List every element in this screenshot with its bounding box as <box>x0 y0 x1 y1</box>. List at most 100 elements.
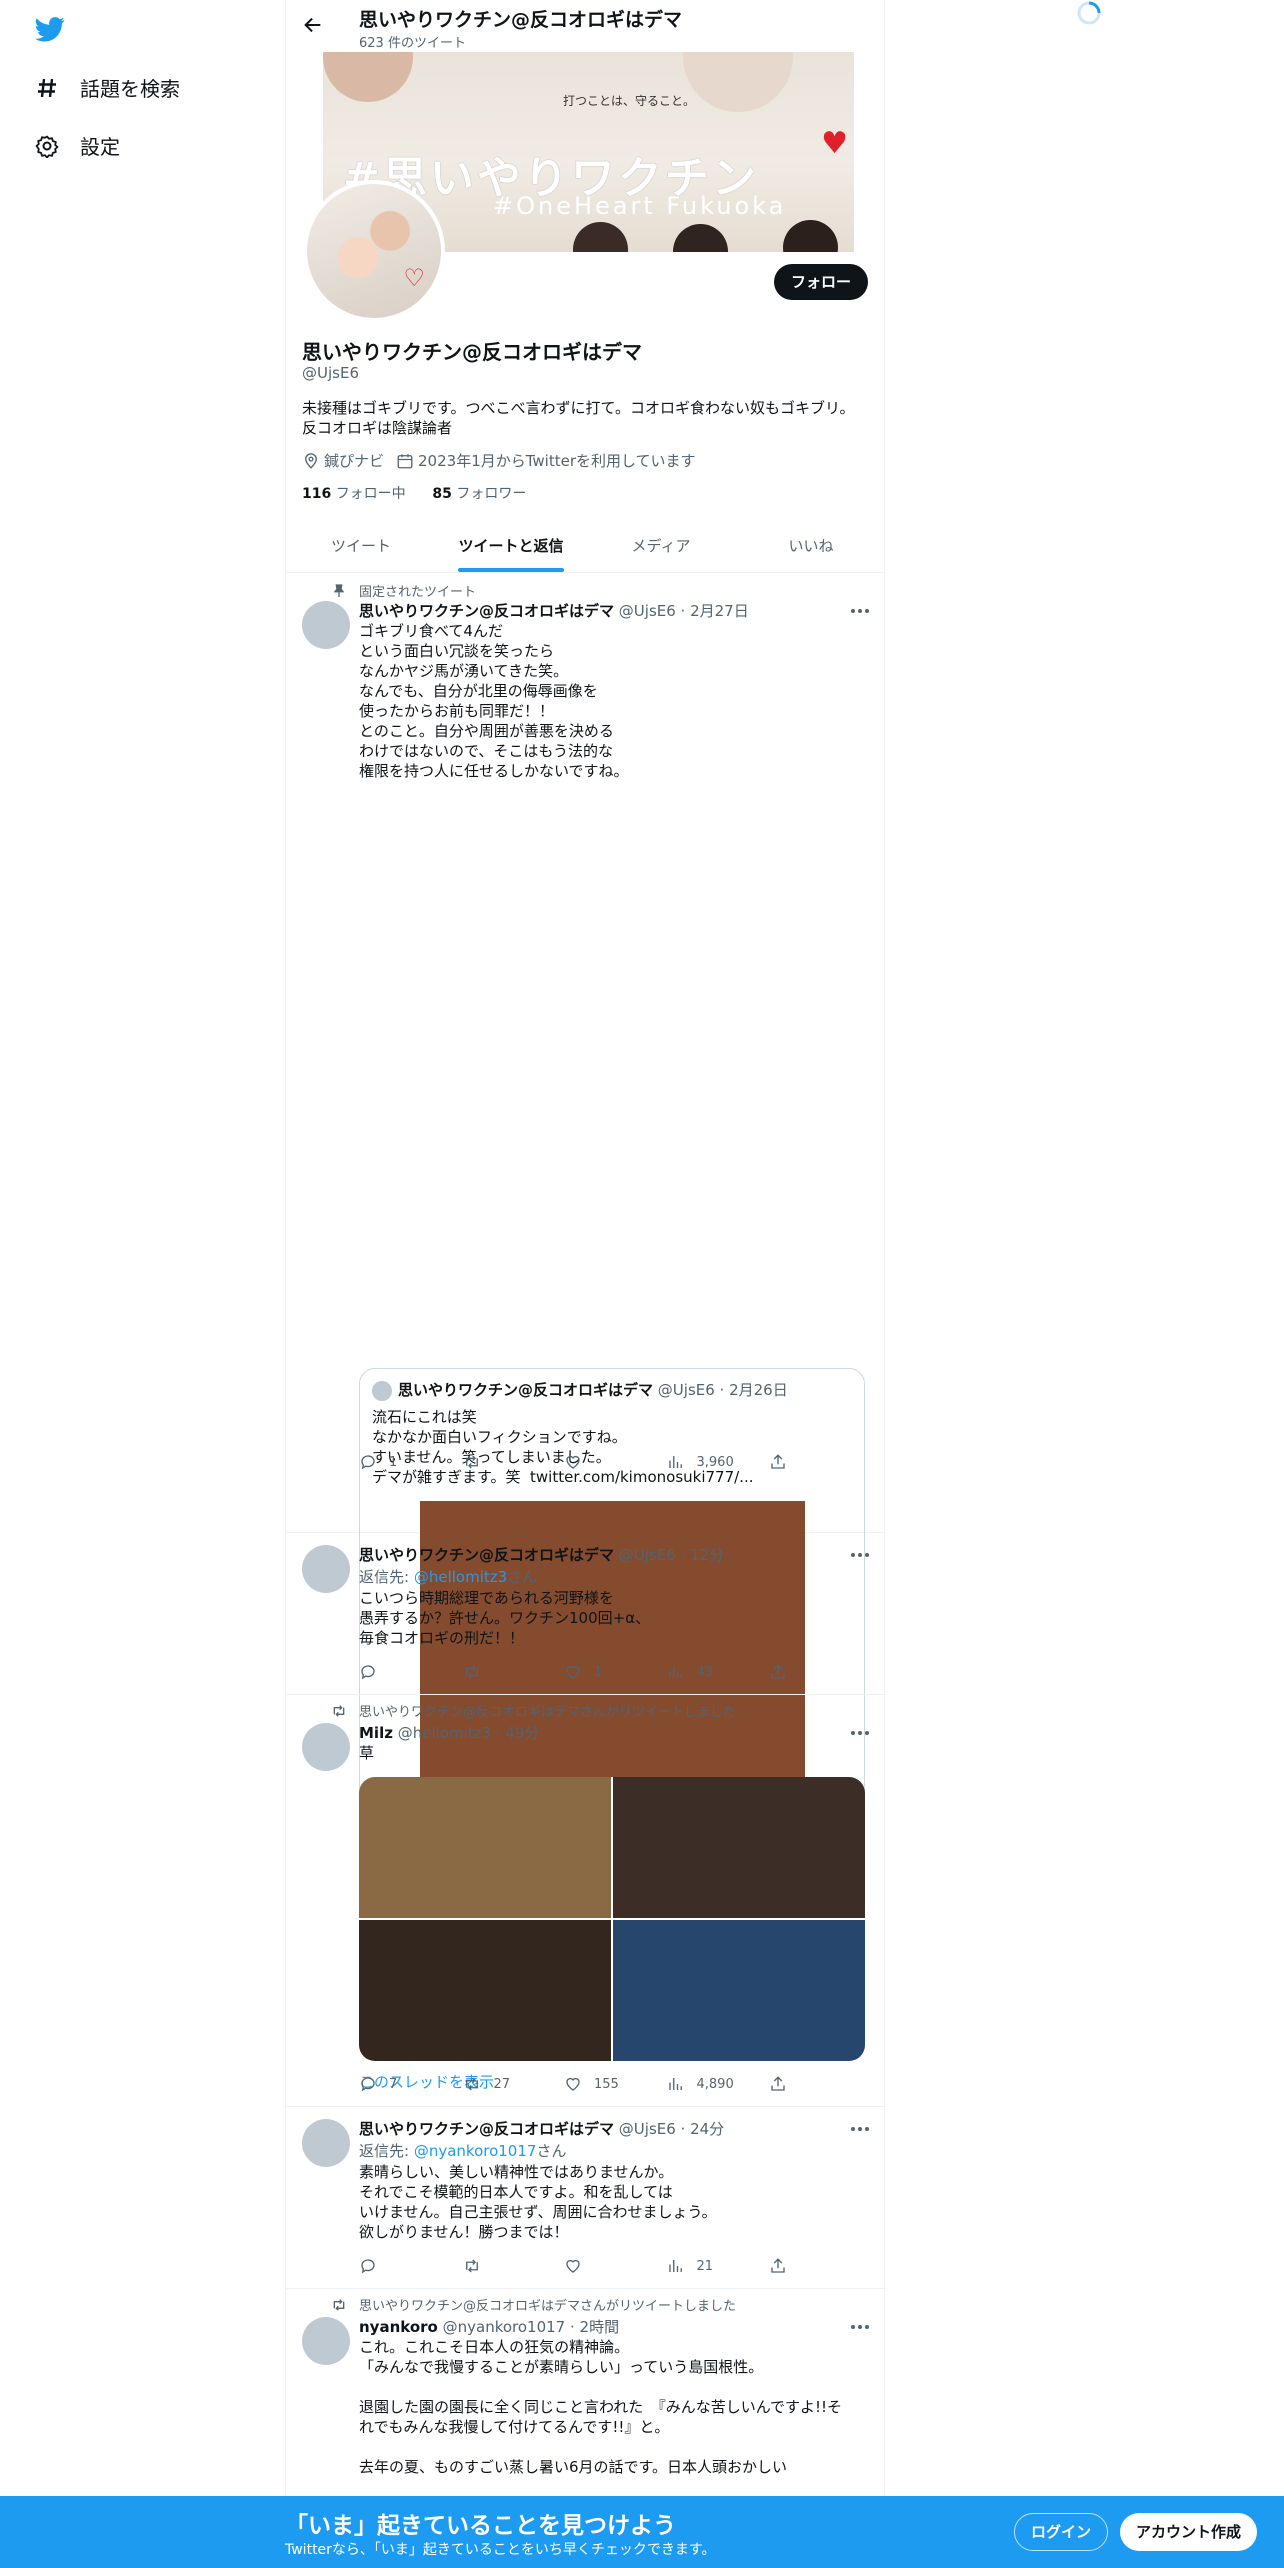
reply-button[interactable] <box>359 1663 449 1681</box>
login-button[interactable]: ログイン <box>1014 2513 1109 2551</box>
retweet-button[interactable] <box>462 1453 552 1471</box>
like-button[interactable]: 155 <box>564 2075 654 2093</box>
like-button[interactable]: 1 <box>564 1663 654 1681</box>
reply-button[interactable] <box>359 2257 449 2275</box>
quoted-author-name: 思いやりワクチン@反コオロギはデマ <box>398 1381 654 1399</box>
share-button[interactable] <box>769 1663 789 1681</box>
context-text: 固定されたツイート <box>359 585 477 600</box>
banner-figure <box>683 52 793 112</box>
retweet-button[interactable] <box>462 1663 552 1681</box>
following-count: 116 <box>302 486 332 502</box>
twitter-logo-icon[interactable] <box>33 14 67 44</box>
author-name[interactable]: nyankoro <box>359 2318 438 2336</box>
tweet-image[interactable] <box>359 1920 611 2061</box>
share-button[interactable] <box>769 2257 789 2275</box>
followers-count: 85 <box>432 486 452 502</box>
like-count: 1 <box>594 1664 603 1680</box>
reply-to-link[interactable]: @hellomitz3 <box>414 1568 507 1586</box>
views-button[interactable]: 4,890 <box>667 2075 757 2093</box>
more-options-icon[interactable] <box>850 1552 870 1558</box>
tweet[interactable]: 思いやりワクチン@反コオロギはデマ @UjsE6 · 24分 返信先: @nya… <box>286 2107 886 2289</box>
reply-icon <box>361 2259 375 2274</box>
reply-button[interactable]: 7 <box>359 2075 449 2093</box>
tweet[interactable]: 思いやりワクチン@反コオロギはデマ @UjsE6 · 12分 返信先: @hel… <box>286 1533 886 1695</box>
context-text: 思いやりワクチン@反コオロギはデマさんがリツイートしました <box>359 1705 737 1720</box>
tweet-image[interactable] <box>613 1920 865 2061</box>
avatar[interactable] <box>302 1723 350 1771</box>
profile-handle: @UjsE6 <box>302 364 359 382</box>
signup-banner: 「いま」起きていることを見つけよう Twitterなら、「いま」起きていることを… <box>0 2496 1284 2568</box>
views-button[interactable]: 3,960 <box>667 1453 757 1471</box>
more-options-icon[interactable] <box>850 2126 870 2132</box>
like-button[interactable] <box>564 2257 654 2275</box>
share-button[interactable] <box>769 2075 789 2093</box>
avatar[interactable] <box>302 601 350 649</box>
tweet-image[interactable] <box>613 1777 865 1918</box>
retweet-button[interactable]: 27 <box>462 2075 552 2093</box>
reply-count: 7 <box>389 2076 398 2092</box>
back-arrow-icon[interactable] <box>302 14 324 36</box>
tab-tweets[interactable]: ツイート <box>286 520 436 572</box>
more-options-icon[interactable] <box>850 1730 870 1736</box>
profile-name: 思いやりワクチン@反コオロギはデマ <box>302 340 642 364</box>
tweet[interactable]: 固定されたツイート 思いやりワクチン@反コオロギはデマ @UjsE6 · 2月2… <box>286 573 886 2091</box>
tweet-actions: 7 27 155 4,890 <box>359 2075 789 2093</box>
profile-tabs: ツイート ツイートと返信 メディア いいね <box>286 520 886 573</box>
author-name[interactable]: 思いやりワクチン@反コオロギはデマ <box>359 602 614 620</box>
tab-label: ツイート <box>330 537 391 555</box>
avatar[interactable] <box>302 2317 350 2365</box>
author-meta[interactable]: @UjsE6 · 2月27日 <box>619 602 749 620</box>
tab-tweets-and-replies[interactable]: ツイートと返信 <box>436 520 586 572</box>
like-count: 155 <box>594 2076 619 2092</box>
tweet-header: 思いやりワクチン@反コオロギはデマ @UjsE6 · 2月27日 <box>359 600 749 621</box>
tab-likes[interactable]: いいね <box>736 520 886 572</box>
more-options-icon[interactable] <box>850 2324 870 2330</box>
hashtag-icon <box>34 75 60 101</box>
views-button[interactable]: 21 <box>667 2257 757 2275</box>
share-button[interactable] <box>769 1453 789 1471</box>
like-button[interactable] <box>564 1453 654 1471</box>
views-button[interactable]: 43 <box>667 1663 757 1681</box>
author-name[interactable]: Milz <box>359 1724 393 1742</box>
following-link[interactable]: 116 フォロー中 <box>302 486 406 502</box>
nav-settings-label: 設定 <box>80 135 120 159</box>
author-name[interactable]: 思いやりワクチン@反コオロギはデマ <box>359 2120 614 2138</box>
tweet-context: 固定されたツイート <box>333 581 477 600</box>
context-text: 思いやりワクチン@反コオロギはデマさんがリツイートしました <box>359 2299 737 2314</box>
author-meta[interactable]: @UjsE6 · 12分 <box>619 1546 724 1564</box>
reply-to-link[interactable]: @nyankoro1017 <box>414 2142 537 2160</box>
retweet-count: 27 <box>493 2076 511 2092</box>
author-meta[interactable]: @UjsE6 · 24分 <box>619 2120 724 2138</box>
more-options-icon[interactable] <box>850 608 870 614</box>
follow-button[interactable]: フォロー <box>773 264 868 300</box>
tweet-image[interactable] <box>359 1777 611 1918</box>
heart-icon <box>566 2077 580 2091</box>
reply-prefix: 返信先: <box>359 1568 414 1586</box>
reply-to-line: 返信先: @hellomitz3さん <box>359 1566 537 1587</box>
profile-avatar[interactable]: ♡ <box>303 180 445 322</box>
reply-button[interactable]: 1 <box>359 1453 449 1471</box>
retweet-button[interactable] <box>462 2257 552 2275</box>
retweet-icon <box>465 2259 478 2273</box>
tweet-actions: 1 43 <box>359 1663 789 1681</box>
tab-media[interactable]: メディア <box>586 520 736 572</box>
avatar[interactable] <box>302 2119 350 2167</box>
location-text: 鍼ぴナビ <box>324 452 385 470</box>
nav-explore[interactable]: 話題を検索 <box>34 73 180 102</box>
followers-link[interactable]: 85 フォロワー <box>432 486 526 502</box>
nav-settings[interactable]: 設定 <box>34 131 120 160</box>
signup-button[interactable]: アカウント作成 <box>1120 2513 1258 2551</box>
author-name[interactable]: 思いやりワクチン@反コオロギはデマ <box>359 1546 614 1564</box>
share-icon <box>771 1454 785 1469</box>
avatar[interactable] <box>302 1545 350 1593</box>
view-count: 21 <box>696 2258 714 2274</box>
retweet-icon <box>465 1455 478 1469</box>
tweet-text: 素晴らしい、美しい精神性ではありませんか。 それでこそ模範的日本人ですよ。和を乱… <box>359 2163 717 2241</box>
reply-prefix: 返信先: <box>359 2142 414 2160</box>
tweet[interactable]: 思いやりワクチン@反コオロギはデマさんがリツイートしました Milz @hell… <box>286 1695 886 2107</box>
author-meta[interactable]: @nyankoro1017 · 2時間 <box>443 2318 619 2336</box>
header-name: 思いやりワクチン@反コオロギはデマ <box>359 9 683 31</box>
profile-bio-text: 未接種はゴキブリです。つべこべ言わずに打て。コオロギ食わない奴もゴキブリ。 反コ… <box>302 399 855 437</box>
author-meta[interactable]: @hellomitz3 · 49分 <box>398 1724 540 1742</box>
gear-icon <box>34 133 60 159</box>
